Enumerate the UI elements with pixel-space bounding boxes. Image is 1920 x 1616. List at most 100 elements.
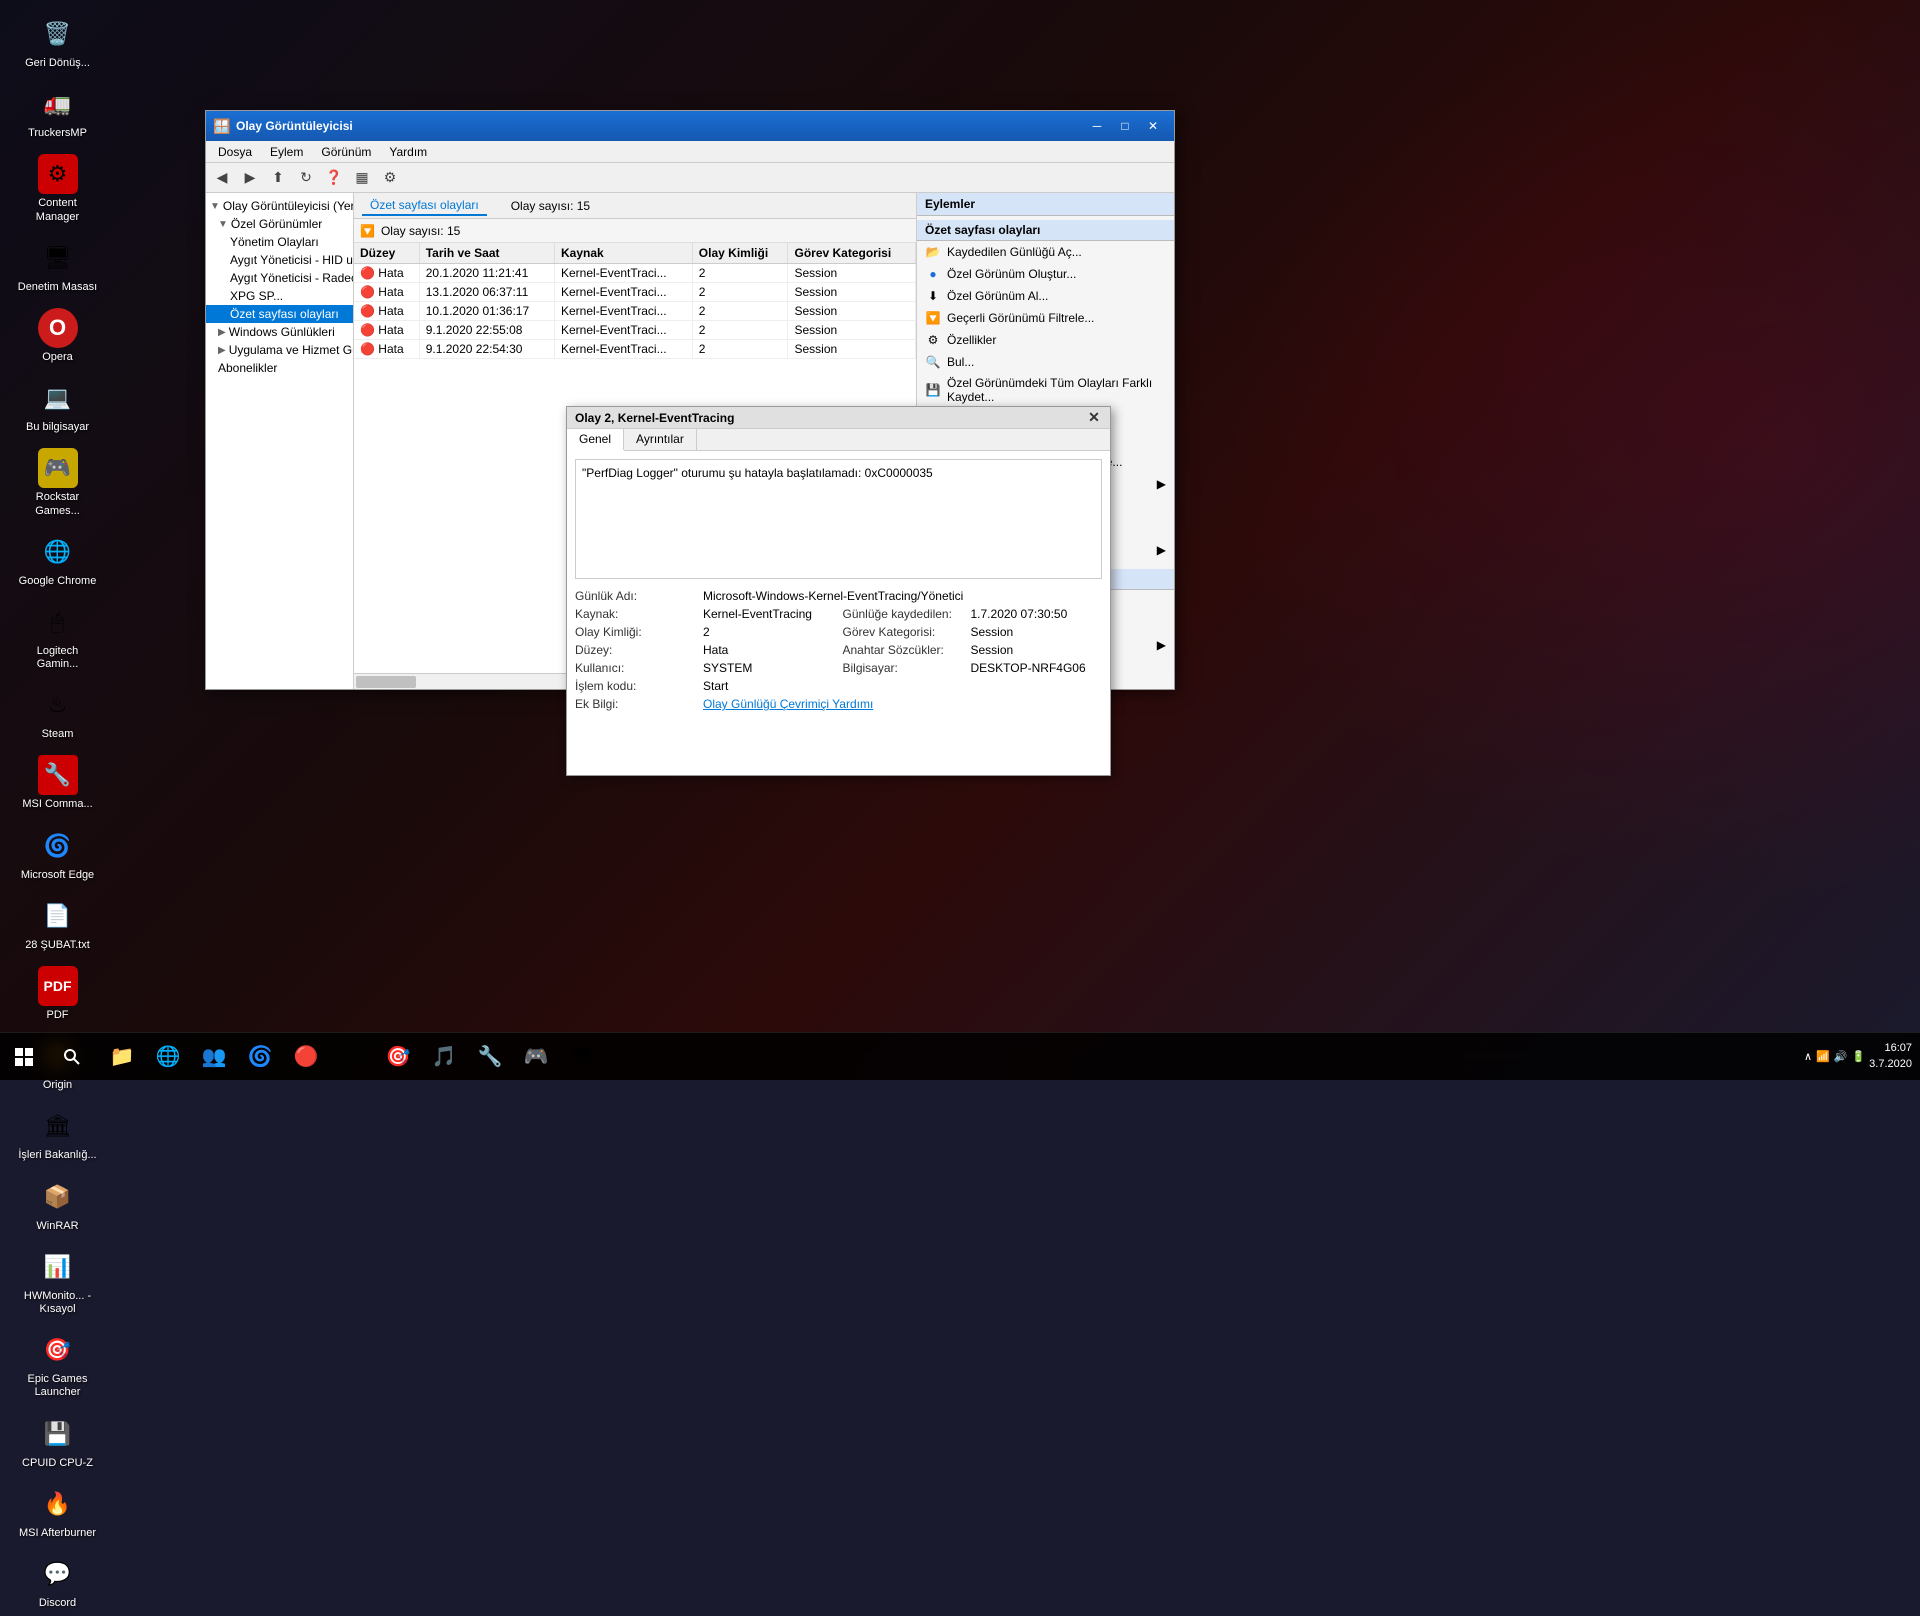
- menu-eylem[interactable]: Eylem: [262, 143, 311, 161]
- back-button[interactable]: ◀: [210, 166, 234, 190]
- detail-tab-ayrintilar[interactable]: Ayrıntılar: [624, 429, 697, 450]
- menu-yardim[interactable]: Yardım: [381, 143, 435, 161]
- up-button[interactable]: ⬆: [266, 166, 290, 190]
- col-tarih[interactable]: Tarih ve Saat: [419, 243, 554, 264]
- desktop-icon-chrome[interactable]: 🌐 Google Chrome: [13, 526, 103, 594]
- rockstar-icon: 🎮: [38, 448, 78, 488]
- action-filtrele[interactable]: 🔽 Geçerli Görünümü Filtrele...: [917, 307, 1174, 329]
- menu-dosya[interactable]: Dosya: [210, 143, 260, 161]
- desktop-icon-truckers[interactable]: 🚛 TruckersMP: [13, 78, 103, 146]
- desktop-icon-opera[interactable]: O Opera: [13, 302, 103, 370]
- event-detail-dialog: Olay 2, Kernel-EventTracing ✕ Genel Ayrı…: [566, 406, 1111, 776]
- summary-tab-ozet[interactable]: Özet sayfası olayları: [362, 196, 487, 216]
- tree-windows-gunlukleri[interactable]: ▶ Windows Günlükleri: [206, 323, 353, 341]
- tree-uygulama[interactable]: ▶ Uygulama ve Hizmet Günlükleri: [206, 341, 353, 359]
- tree-abonelikler[interactable]: Abonelikler: [206, 359, 353, 377]
- desktop-icon-msi[interactable]: 🔧 MSI Comma...: [13, 749, 103, 817]
- desktop-icon-bu-bilgisayar[interactable]: 💻 Bu bilgisayar: [13, 372, 103, 440]
- action-ozel-gorunum-olustur[interactable]: ● Özel Görünüm Oluştur...: [917, 263, 1174, 285]
- taskbar-steam-tb[interactable]: ♨: [330, 1035, 374, 1079]
- ek-bilgi-link[interactable]: Olay Günlüğü Çevrimiçi Yardımı: [703, 697, 1102, 711]
- col-olay-kimligi[interactable]: Olay Kimliği: [692, 243, 788, 264]
- detail-body: "PerfDiag Logger" oturumu şu hatayla baş…: [567, 451, 1110, 775]
- detail-tab-genel[interactable]: Genel: [567, 429, 624, 451]
- table-row[interactable]: 🔴 Hata 13.1.2020 06:37:11 Kernel-EventTr…: [354, 283, 916, 302]
- tray-battery[interactable]: 🔋: [1851, 1050, 1865, 1063]
- gorev-kategorisi-label: Görev Kategorisi:: [843, 625, 963, 639]
- table-row[interactable]: 🔴 Hata 9.1.2020 22:55:08 Kernel-EventTra…: [354, 321, 916, 340]
- tree-root[interactable]: ▼ Olay Görüntüleyicisi (Yerel): [206, 197, 353, 215]
- taskbar-spotify[interactable]: 🎵: [422, 1035, 466, 1079]
- desktop-icon-hwmonitor[interactable]: 📊 HWMonito... - Kısayol: [13, 1241, 103, 1322]
- tray-up-arrow[interactable]: ∧: [1804, 1050, 1812, 1063]
- taskbar-edge[interactable]: 🌀: [238, 1035, 282, 1079]
- action-kaydet-gunlugu[interactable]: 📂 Kaydedilen Günlüğü Aç...: [917, 241, 1174, 263]
- taskbar-epic-tb[interactable]: 🎯: [376, 1035, 420, 1079]
- gunluk-adi-label: Günlük Adı:: [575, 589, 695, 603]
- ozel-gorunumler-label: Özel Görünümler: [231, 217, 322, 231]
- detail-close-button[interactable]: ✕: [1086, 410, 1102, 426]
- maximize-button[interactable]: □: [1112, 116, 1138, 136]
- winrar-label: WinRAR: [36, 1220, 78, 1233]
- taskbar-game-tb[interactable]: 🎮: [514, 1035, 558, 1079]
- desktop-icon-steam[interactable]: ♨ Steam: [13, 679, 103, 747]
- col-gorev[interactable]: Görev Kategorisi: [788, 243, 916, 264]
- desktop-icon-denetim[interactable]: 🖥 Denetim Masası: [13, 232, 103, 300]
- desktop-icon-pdf[interactable]: PDF PDF: [13, 960, 103, 1028]
- filter-button[interactable]: ▦: [350, 166, 374, 190]
- taskbar-search-button[interactable]: [48, 1033, 96, 1081]
- col-duzey[interactable]: Düzey: [354, 243, 419, 264]
- action-ozel-gorunum-al-label: Özel Görünüm Al...: [947, 289, 1048, 303]
- desktop-icon-recycle[interactable]: 🗑️ Geri Dönüş...: [13, 8, 103, 76]
- col-kaynak[interactable]: Kaynak: [555, 243, 693, 264]
- close-button[interactable]: ✕: [1140, 116, 1166, 136]
- taskbar-browser-1[interactable]: 🌐: [146, 1035, 190, 1079]
- taskbar-file-explorer[interactable]: 📁: [100, 1035, 144, 1079]
- menu-gorunum[interactable]: Görünüm: [313, 143, 379, 161]
- desktop-icon-cpuid[interactable]: 💾 CPUID CPU-Z: [13, 1408, 103, 1476]
- taskbar-monitor-tb[interactable]: 🖥: [560, 1035, 604, 1079]
- tree-xpg[interactable]: XPG SP...: [206, 287, 353, 305]
- taskbar-msi-tb[interactable]: 🔧: [468, 1035, 512, 1079]
- tree-yonetim[interactable]: Yönetim Olayları: [206, 233, 353, 251]
- cell-event-id: 2: [692, 321, 788, 340]
- desktop-icon-msi-afterburner[interactable]: 🔥 MSI Afterburner: [13, 1478, 103, 1546]
- action-ozellikler[interactable]: ⚙ Özellikler: [917, 329, 1174, 351]
- minimize-button[interactable]: ─: [1084, 116, 1110, 136]
- taskbar-opera-tb[interactable]: 🔴: [284, 1035, 328, 1079]
- taskbar-people[interactable]: 👥: [192, 1035, 236, 1079]
- start-button[interactable]: [0, 1033, 48, 1081]
- refresh-button[interactable]: ↻: [294, 166, 318, 190]
- desktop-icon-discord[interactable]: 💬 Discord: [13, 1548, 103, 1616]
- tree-ozet[interactable]: Özet sayfası olayları: [206, 305, 353, 323]
- desktop-icon-isleri[interactable]: 🏛 İşleri Bakanlığ...: [13, 1100, 103, 1168]
- desktop-icon-rockstar[interactable]: 🎮 Rockstar Games...: [13, 442, 103, 523]
- tree-aygit-hid[interactable]: Aygıt Yöneticisi - HID uy...: [206, 251, 353, 269]
- desktop-icon-winrar[interactable]: 📦 WinRAR: [13, 1171, 103, 1239]
- actions-section-title-1[interactable]: Özet sayfası olayları: [917, 220, 1174, 241]
- summary-tab-count[interactable]: Olay sayısı: 15: [503, 197, 598, 215]
- forward-button[interactable]: ▶: [238, 166, 262, 190]
- desktop-icon-edge[interactable]: 🌀 Microsoft Edge: [13, 820, 103, 888]
- help-button[interactable]: ❓: [322, 166, 346, 190]
- desktop-icon-content-manager[interactable]: ⚙ Content Manager: [13, 148, 103, 229]
- submenu-arrow-copy: ▶: [1157, 638, 1166, 652]
- desktop-icon-epic[interactable]: 🎯 Epic Games Launcher: [13, 1324, 103, 1405]
- tray-volume[interactable]: 🔊: [1834, 1050, 1848, 1063]
- tree-ozel-gorunumler[interactable]: ▼ Özel Görünümler: [206, 215, 353, 233]
- window-title: Olay Görüntüleyicisi: [236, 119, 1084, 133]
- desktop-icon-logitech[interactable]: 🖱 Logitech Gamin...: [13, 596, 103, 677]
- table-row[interactable]: 🔴 Hata 20.1.2020 11:21:41 Kernel-EventTr…: [354, 264, 916, 283]
- action-bul[interactable]: 🔍 Bul...: [917, 351, 1174, 373]
- window-controls: ─ □ ✕: [1084, 116, 1166, 136]
- tray-network[interactable]: 📶: [1816, 1050, 1830, 1063]
- h-scroll-thumb[interactable]: [356, 676, 416, 688]
- desktop-icon-txt[interactable]: 📄 28 ŞUBAT.txt: [13, 890, 103, 958]
- tree-aygit-radeon[interactable]: Aygıt Yöneticisi - Radeon...: [206, 269, 353, 287]
- table-row[interactable]: 🔴 Hata 9.1.2020 22:54:30 Kernel-EventTra…: [354, 340, 916, 359]
- taskbar-clock[interactable]: 16:07 3.7.2020: [1869, 1041, 1912, 1072]
- action-tum-olaylar-kaydet[interactable]: 💾 Özel Görünümdeki Tüm Olayları Farklı K…: [917, 373, 1174, 407]
- settings-button[interactable]: ⚙: [378, 166, 402, 190]
- table-row[interactable]: 🔴 Hata 10.1.2020 01:36:17 Kernel-EventTr…: [354, 302, 916, 321]
- action-ozel-gorunum-al[interactable]: ⬇ Özel Görünüm Al...: [917, 285, 1174, 307]
